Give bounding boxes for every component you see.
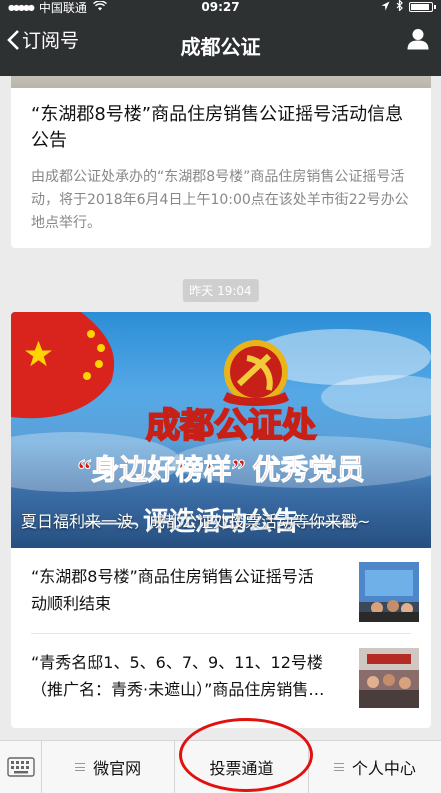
list-item-title: “东湖郡8号楼”商品住房销售公证摇号活动顺利结束 [31, 567, 314, 613]
list-item[interactable]: “青秀名邸1、5、6、7、9、11、12号楼（推广名：青秀·未遮山）”商品住房销… [31, 634, 419, 720]
article-title: “东湖郡8号楼”商品住房销售公证摇号活动信息公告 [31, 104, 404, 151]
location-icon [381, 0, 390, 14]
message-list[interactable]: “东湖郡8号楼”商品住房销售公证摇号活动信息公告 由成都公证处承办的“东湖郡8号… [0, 76, 441, 740]
cover-subheading: “身边好榜样” 优秀党员 [77, 453, 364, 486]
cover-image-fragment [11, 76, 431, 88]
menu-item-label: 投票通道 [209, 759, 274, 778]
top-bar: ●●●●● 中国联通 09:27 订阅号 成都公证 [0, 0, 441, 76]
cover-heading: 成都公证处 [146, 407, 316, 445]
back-button[interactable]: 订阅号 [6, 26, 79, 53]
timestamp: 昨天 19:04 [182, 279, 259, 302]
thumbnail-image [359, 562, 419, 622]
menu-item-profile[interactable]: 个人中心 [309, 741, 441, 793]
menu-lines-icon [75, 763, 86, 771]
keyboard-icon [6, 757, 35, 777]
signal-icon: ●●●●● [8, 2, 35, 12]
thumbnail-image [359, 648, 419, 708]
article-summary: 由成都公证处承办的“东湖郡8号楼”商品住房销售公证摇号活动，将于2018年6月4… [31, 169, 409, 231]
bottom-menu: 微官网 投票通道 个人中心 [0, 740, 441, 793]
multi-article-card: 成都公证处 “身边好榜样” 优秀党员 —— 评选活动公告 —— 夏日福利来一波，… [11, 312, 431, 728]
profile-icon[interactable] [407, 28, 429, 54]
cover-article-title: 夏日福利来一波，成都公证处投票活动等你来戳~ [21, 512, 371, 531]
nav-bar: 订阅号 成都公证 [0, 14, 441, 76]
keyboard-toggle-button[interactable] [0, 741, 42, 793]
menu-item-label: 个人中心 [351, 759, 416, 778]
menu-lines-icon [333, 763, 344, 771]
menu-item-micro-site[interactable]: 微官网 [42, 741, 176, 793]
clock: 09:27 [201, 0, 240, 14]
article-card[interactable]: “东湖郡8号楼”商品住房销售公证摇号活动信息公告 由成都公证处承办的“东湖郡8号… [11, 76, 431, 248]
bluetooth-icon [396, 0, 403, 14]
menu-item-label: 微官网 [93, 759, 142, 778]
list-item-title: “青秀名邸1、5、6、7、9、11、12号楼（推广名：青秀·未遮山）”商品住房销… [31, 653, 325, 699]
battery-icon [409, 2, 436, 12]
list-item[interactable]: “东湖郡8号楼”商品住房销售公证摇号活动顺利结束 [31, 548, 419, 634]
chevron-left-icon [7, 29, 19, 50]
cover-article[interactable]: 成都公证处 “身边好榜样” 优秀党员 —— 评选活动公告 —— 夏日福利来一波，… [11, 312, 431, 548]
back-label: 订阅号 [22, 30, 80, 52]
menu-item-vote[interactable]: 投票通道 [175, 741, 309, 793]
status-bar: ●●●●● 中国联通 09:27 [0, 0, 441, 15]
wifi-icon [92, 0, 107, 14]
